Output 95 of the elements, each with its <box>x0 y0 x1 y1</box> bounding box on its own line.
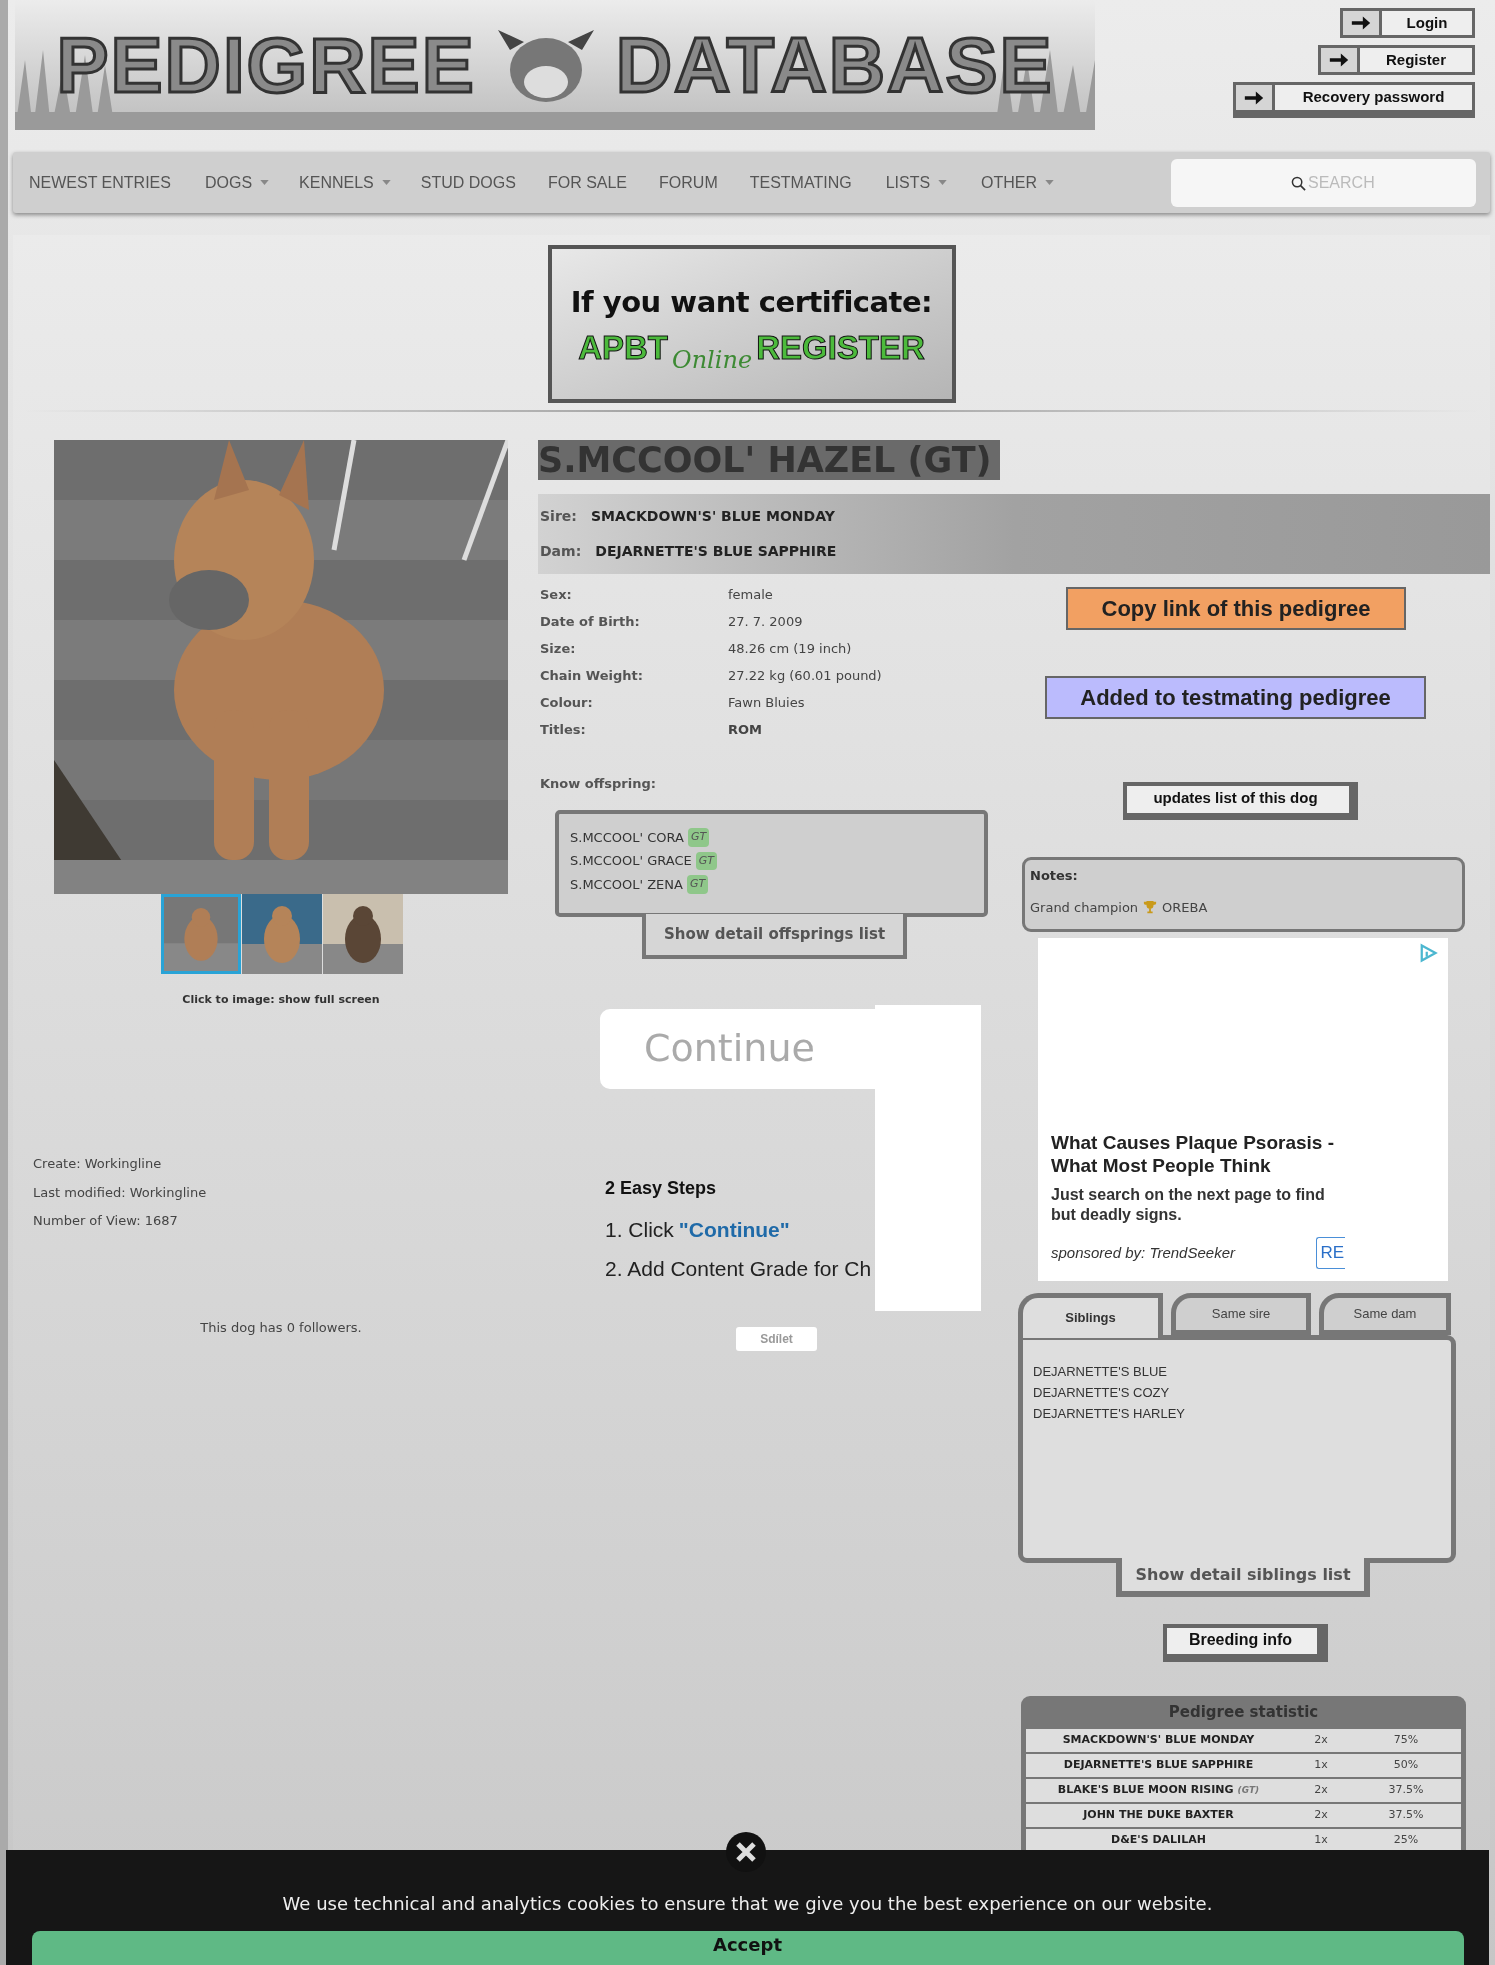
record-info: Create: Workingline <box>33 1154 163 1173</box>
table-cell-text: 37.5% <box>1387 1807 1425 1824</box>
detail-value: Fawn Bluies <box>728 694 805 711</box>
nav-link[interactable]: STUD DOGS <box>420 170 516 195</box>
nav-link[interactable]: FORUM <box>659 170 718 195</box>
ad-headline[interactable]: What Causes Plaque Psorasis - <box>1051 1131 1448 1154</box>
dog-name: S.MCCOOL' HAZEL (GT) <box>538 440 1000 480</box>
table-cell-text: 75% <box>1392 1732 1420 1749</box>
account-button[interactable]: Recovery password <box>1233 82 1475 118</box>
tab[interactable]: Same sire <box>1171 1293 1311 1335</box>
nav-link[interactable]: OTHER <box>981 170 1055 195</box>
detail-value: female <box>728 586 773 603</box>
ad-headline[interactable]: What Most People Think <box>1051 1154 1448 1177</box>
detail-label: Date of Birth: <box>540 613 641 630</box>
ad-sponsor: sponsored by: TrendSeeker <box>1051 1242 1237 1263</box>
logo-word: DATABASE <box>615 26 1054 104</box>
caret-icon <box>1045 180 1055 185</box>
ad-choices-icon[interactable] <box>1418 943 1438 963</box>
detail-label: Sex: <box>540 586 573 603</box>
caret-icon <box>938 180 948 185</box>
detail-value: 48.26 cm (19 inch) <box>728 640 852 657</box>
table-cell-text: JOHN THE DUKE BAXTER <box>1081 1807 1235 1824</box>
offspring-heading: Know offspring: <box>540 775 657 793</box>
caret-icon <box>381 180 391 185</box>
detail-label: Titles: <box>540 721 587 738</box>
title-tag: GT <box>686 875 709 894</box>
accept-button[interactable]: Accept <box>31 1931 1464 1965</box>
sibling-link[interactable]: DEJARNETTE'S BLUE <box>1033 1364 1451 1379</box>
parent-label: Sire: <box>540 507 577 526</box>
detail-value: 27. 7. 2009 <box>728 613 803 630</box>
table-cell-text: BLAKE'S BLUE MOON RISING (GT) <box>1056 1782 1261 1799</box>
tab[interactable]: Same dam <box>1319 1293 1451 1335</box>
detail-value: ROM <box>728 721 762 738</box>
table-cell-text: D&E'S DALILAH <box>1110 1832 1207 1849</box>
table-cell-text: 37.5% <box>1387 1782 1425 1799</box>
record-info: Last modified: Workingline <box>33 1184 208 1202</box>
cookie-message: We use technical and analytics cookies to ensure that we give you the best experience on our website. <box>282 1892 1213 1916</box>
detail-label: Size: <box>540 640 577 657</box>
testmating-button[interactable]: Added to testmating pedigree <box>1045 676 1426 719</box>
search-field[interactable]: SEARCH <box>1171 158 1476 207</box>
ad-link[interactable]: "Continue" <box>678 1213 790 1245</box>
offspring-link[interactable]: S.MCCOOL' ZENA <box>570 874 683 894</box>
sibling-link[interactable]: DEJARNETTE'S HARLEY <box>1033 1406 1451 1421</box>
table-cell-text: 2x <box>1313 1782 1329 1799</box>
ad-step: 1. Click <box>605 1213 674 1245</box>
table-title: Pedigree statistic <box>1167 1702 1320 1724</box>
offspring-link[interactable]: S.MCCOOL' CORA <box>570 827 684 847</box>
notes-text: Grand champion <box>1030 898 1139 917</box>
breeding-info-button[interactable]: Breeding info <box>1163 1624 1328 1662</box>
ad-heading: 2 Easy Steps <box>605 1176 718 1200</box>
tab[interactable]: Siblings <box>1018 1293 1163 1338</box>
nav-link[interactable]: DOGS <box>204 170 270 195</box>
parent-link[interactable]: SMACKDOWN'S' BLUE MONDAY <box>590 506 835 527</box>
table-cell-text: DEJARNETTE'S BLUE SAPPHIRE <box>1062 1757 1255 1774</box>
nav-link[interactable]: KENNELS <box>299 170 391 195</box>
table-cell-text: 2x <box>1313 1732 1329 1749</box>
caret-icon <box>260 180 270 185</box>
parent-label: Dam: <box>540 542 582 561</box>
ad-button[interactable]: RE <box>1316 1237 1345 1269</box>
copy-link-button[interactable]: Copy link of this pedigree <box>1066 587 1406 630</box>
show-offsprings-button[interactable]: Show detail offsprings list <box>642 913 907 959</box>
ad-step: 2. Add Content Grade for Ch <box>605 1253 875 1285</box>
show-siblings-button[interactable]: Show detail siblings list <box>1116 1558 1370 1597</box>
record-info: Number of View: 1687 <box>33 1211 179 1230</box>
parent-link[interactable]: DEJARNETTE'S BLUE SAPPHIRE <box>595 541 837 562</box>
notes-heading: Notes: <box>1030 867 1079 885</box>
account-button[interactable]: Register <box>1318 45 1475 75</box>
nav-link[interactable]: NEWEST ENTRIES <box>29 170 171 195</box>
logo-word: PEDIGREE <box>56 26 476 104</box>
detail-label: Chain Weight: <box>540 667 644 684</box>
notes-text: OREBA <box>1162 898 1208 917</box>
offspring-link[interactable]: S.MCCOOL' GRACE <box>570 851 692 871</box>
ad-text: but deadly signs. <box>1051 1205 1183 1225</box>
table-cell-text: 2x <box>1313 1807 1329 1824</box>
close-icon[interactable] <box>726 1832 766 1872</box>
search-icon <box>1291 175 1306 191</box>
sibling-link[interactable]: DEJARNETTE'S COZY <box>1033 1385 1451 1400</box>
title-tag: GT <box>687 828 710 847</box>
nav-link[interactable]: LISTS <box>885 170 948 195</box>
title-tag: GT <box>695 851 717 870</box>
trophy-icon <box>1143 900 1158 915</box>
table-cell-text: 25% <box>1392 1832 1420 1849</box>
detail-value: 27.22 kg (60.01 pound) <box>728 667 882 684</box>
table-cell-text: SMACKDOWN'S' BLUE MONDAY <box>1061 1732 1256 1749</box>
table-cell-text: 50% <box>1392 1757 1420 1774</box>
nav-link[interactable]: FOR SALE <box>547 170 628 195</box>
nav-link[interactable]: TESTMATING <box>749 170 852 195</box>
updates-button[interactable]: updates list of this dog <box>1123 782 1358 820</box>
table-cell-text: 1x <box>1313 1832 1329 1849</box>
account-button[interactable]: Login <box>1340 8 1475 38</box>
table-cell-text: 1x <box>1313 1757 1329 1774</box>
caption: Click to image: show full screen <box>181 992 381 1008</box>
ad-text: Just search on the next page to find <box>1051 1185 1326 1205</box>
followers-count: This dog has 0 followers. <box>199 1319 363 1337</box>
detail-label: Colour: <box>540 694 594 711</box>
